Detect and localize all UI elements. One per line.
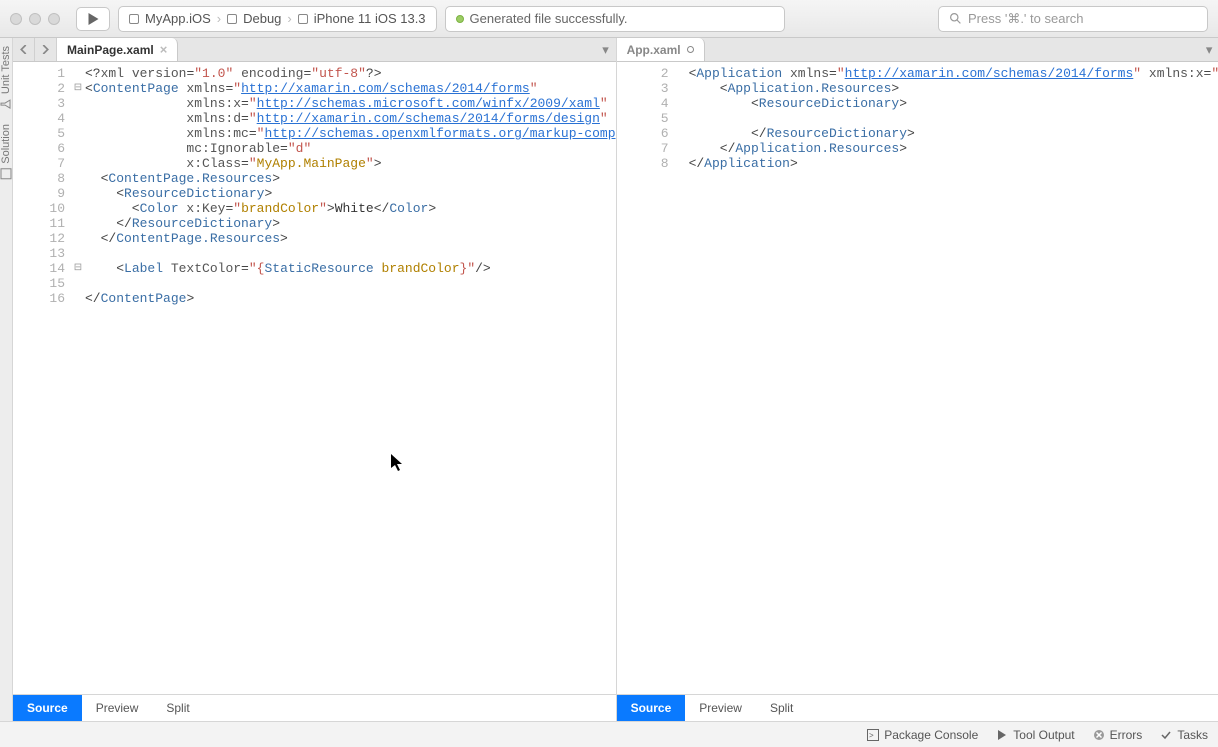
- error-icon: [1093, 729, 1105, 741]
- editor-pane-right: App.xaml ▾ 2345678 <Application xmlns="h…: [617, 38, 1218, 721]
- view-source-button[interactable]: Source: [617, 695, 686, 721]
- nav-forward-button[interactable]: [35, 38, 57, 61]
- close-tab-icon[interactable]: ×: [160, 42, 168, 57]
- left-dock: Unit Tests Solution: [0, 38, 13, 721]
- build-status: Generated file successfully.: [445, 6, 785, 32]
- main-toolbar: MyApp.iOS › Debug › iPhone 11 iOS 13.3 G…: [0, 0, 1218, 38]
- run-device: iPhone 11 iOS 13.3: [314, 11, 426, 26]
- view-preview-button[interactable]: Preview: [685, 695, 756, 721]
- workspace: Unit Tests Solution MainPage.xaml × ▾ 12…: [0, 38, 1218, 721]
- success-dot-icon: [456, 15, 464, 23]
- dirty-indicator-icon: [687, 46, 694, 53]
- code-area[interactable]: <?xml version="1.0" encoding="utf-8"?><C…: [85, 62, 616, 694]
- global-search[interactable]: Press '⌘.' to search: [938, 6, 1208, 32]
- window-controls: [10, 13, 60, 25]
- svg-text:>: >: [869, 731, 874, 740]
- file-tab-label: MainPage.xaml: [67, 43, 154, 57]
- editor-pane-left: MainPage.xaml × ▾ 1234567891011121314151…: [13, 38, 617, 721]
- view-switcher-left: Source Preview Split: [13, 694, 616, 721]
- view-preview-button[interactable]: Preview: [82, 695, 153, 721]
- solution-icon: [0, 168, 12, 180]
- tab-overflow-button[interactable]: ▾: [1199, 38, 1218, 61]
- view-source-button[interactable]: Source: [13, 695, 82, 721]
- terminal-icon: >: [867, 729, 879, 741]
- sidebar-tab-unit-tests[interactable]: Unit Tests: [0, 46, 12, 110]
- play-icon: [996, 729, 1008, 741]
- device-icon: [298, 14, 308, 24]
- fold-column[interactable]: ⊟⊟: [71, 62, 85, 694]
- build-config: Debug: [243, 11, 281, 26]
- flask-icon: [0, 98, 12, 110]
- config-icon: [227, 14, 237, 24]
- project-icon: [129, 14, 139, 24]
- code-area[interactable]: <Application xmlns="http://xamarin.com/s…: [689, 62, 1218, 694]
- status-package-console[interactable]: > Package Console: [867, 728, 978, 742]
- status-tasks[interactable]: Tasks: [1160, 728, 1208, 742]
- fold-column[interactable]: [675, 62, 689, 694]
- run-target-selector[interactable]: MyApp.iOS › Debug › iPhone 11 iOS 13.3: [118, 6, 437, 32]
- run-button[interactable]: [76, 7, 110, 31]
- file-tab-label: App.xaml: [627, 43, 681, 57]
- close-window-icon[interactable]: [10, 13, 22, 25]
- status-bar: > Package Console Tool Output Errors Tas…: [0, 721, 1218, 747]
- status-message: Generated file successfully.: [470, 11, 628, 26]
- search-placeholder: Press '⌘.' to search: [968, 11, 1084, 27]
- code-editor-left[interactable]: 12345678910111213141516 ⊟⊟ <?xml version…: [13, 62, 616, 694]
- tabstrip-right: App.xaml ▾: [617, 38, 1218, 62]
- sidebar-tab-solution[interactable]: Solution: [0, 124, 12, 180]
- status-errors[interactable]: Errors: [1093, 728, 1143, 742]
- minimize-window-icon[interactable]: [29, 13, 41, 25]
- search-icon: [949, 12, 962, 25]
- nav-back-button[interactable]: [13, 38, 35, 61]
- target-project: MyApp.iOS: [145, 11, 211, 26]
- tabstrip-left: MainPage.xaml × ▾: [13, 38, 616, 62]
- line-numbers: 2345678: [617, 62, 675, 694]
- play-icon: [88, 13, 99, 25]
- file-tab-appxaml[interactable]: App.xaml: [617, 38, 705, 61]
- code-editor-right[interactable]: 2345678 <Application xmlns="http://xamar…: [617, 62, 1218, 694]
- editor-panes: MainPage.xaml × ▾ 1234567891011121314151…: [13, 38, 1218, 721]
- view-split-button[interactable]: Split: [152, 695, 203, 721]
- line-numbers: 12345678910111213141516: [13, 62, 71, 694]
- file-tab-mainpage[interactable]: MainPage.xaml ×: [57, 38, 178, 61]
- tab-overflow-button[interactable]: ▾: [596, 38, 616, 61]
- status-tool-output[interactable]: Tool Output: [996, 728, 1074, 742]
- zoom-window-icon[interactable]: [48, 13, 60, 25]
- check-icon: [1160, 729, 1172, 741]
- view-switcher-right: Source Preview Split: [617, 694, 1218, 721]
- view-split-button[interactable]: Split: [756, 695, 807, 721]
